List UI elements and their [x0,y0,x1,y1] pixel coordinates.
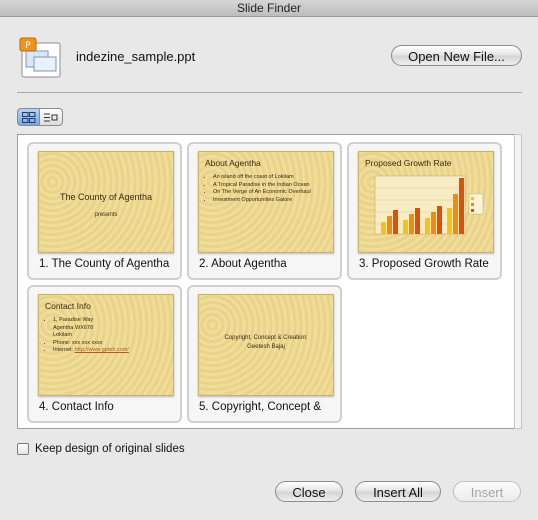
slide-thumbnail: Copyright, Concept & Creation: Geetesh B… [198,294,334,396]
chart-bar [453,194,458,234]
chart-bar [387,216,392,234]
vertical-scrollbar[interactable] [514,134,522,429]
separator [17,92,522,93]
chart-bar [403,220,408,234]
grid-view-button[interactable] [17,108,40,126]
list-view-icon [44,113,58,122]
slide-thumbnail: About Agentha An island off the coast of… [198,151,334,253]
open-new-file-button[interactable]: Open New File... [391,45,522,66]
thumb-title: The County of Agentha [59,192,153,202]
thumb-chart [374,175,484,235]
slide-label: 3. Proposed Growth Rate [359,258,489,270]
thumb-title: Proposed Growth Rate [365,158,452,168]
close-button[interactable]: Close [275,481,343,502]
thumb-title: Contact Info [45,301,91,311]
list-view-button[interactable] [40,108,63,126]
thumb-bullet: Phone: xxx xxx xxxx [53,340,129,348]
slide-thumbnail: Proposed Growth Rate [358,151,494,253]
thumb-bullet: Investment Opportunities Galore [213,197,311,205]
slide-grid: The County of Agentha presents 1. The Co… [17,134,514,429]
chart-bar [437,206,442,234]
insert-all-button[interactable]: Insert All [355,481,441,502]
keep-design-checkbox[interactable] [17,443,29,455]
window-title: Slide Finder [0,0,538,17]
slide-tile-4[interactable]: Contact Info 1, Paradise WayAgentha WX67… [27,285,182,423]
chart-bar [381,222,386,234]
view-toggle[interactable] [17,108,65,126]
grid-view-icon [22,112,36,123]
chart-bar [459,178,464,234]
insert-button[interactable]: Insert [453,481,521,502]
thumb-bullet: 1, Paradise WayAgentha WX678Lokilam [53,317,129,340]
slide-tile-3[interactable]: Proposed Growth Rate 3. Proposed Growth … [347,142,502,280]
slide-thumbnail: Contact Info 1, Paradise WayAgentha WX67… [38,294,174,396]
slide-tile-2[interactable]: About Agentha An island off the coast of… [187,142,342,280]
slide-label: 1. The County of Agentha [39,258,170,270]
thumb-subtitle: presents [94,212,118,218]
chart-bar [447,208,452,234]
powerpoint-file-icon: P [18,37,64,79]
keep-design-label: Keep design of original slides [35,443,185,455]
slide-thumbnail: The County of Agentha presents [38,151,174,253]
slide-label: 5. Copyright, Concept & [199,401,322,413]
slide-tile-5[interactable]: Copyright, Concept & Creation: Geetesh B… [187,285,342,423]
chart-bar [409,214,414,234]
slide-label: 4. Contact Info [39,401,114,413]
svg-text:P: P [25,41,31,51]
slide-finder-window: Slide Finder P indezine_sample.ppt Open … [0,0,538,520]
thumb-bullet: On The Verge of An Economic Overhaul [213,189,311,197]
thumb-bullet: Internet: http://www.gpteb.com/ [53,347,129,355]
thumb-title: About Agentha [205,158,261,168]
chart-bar [431,212,436,234]
thumb-bullets: An island off the coast of Lokilam A Tro… [205,174,311,204]
thumb-bullets: 1, Paradise WayAgentha WX678Lokilam Phon… [45,317,129,355]
thumb-line: Copyright, Concept & Creation: [224,335,308,341]
thumb-bullet: A Tropical Paradise in the Indian Ocean [213,182,311,190]
thumb-bullet: An island off the coast of Lokilam [213,174,311,182]
chart-bar [425,218,430,234]
chart-bar [393,210,398,234]
chart-bar [415,208,420,234]
slide-label: 2. About Agentha [199,258,287,270]
thumb-line: Geetesh Bajaj [247,344,285,350]
file-name: indezine_sample.ppt [76,49,196,64]
slide-tile-1[interactable]: The County of Agentha presents 1. The Co… [27,142,182,280]
